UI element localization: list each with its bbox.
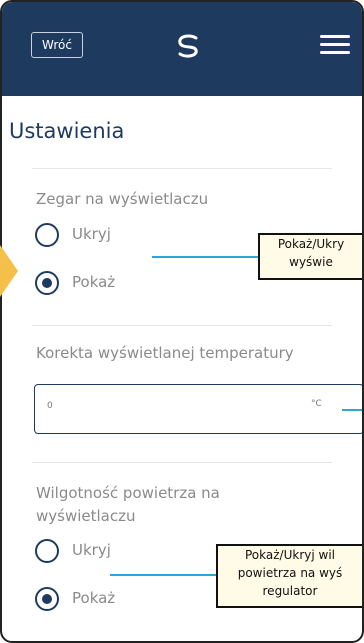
callout-text: powietrza na wyś	[237, 566, 343, 580]
callout-connector	[152, 256, 258, 258]
callout-text: Pokaż/Ukryj wil	[245, 548, 335, 562]
radio-unchecked-icon[interactable]	[35, 539, 59, 563]
phone-frame: Wróć Ustawienia Zegar na wyświetlaczu Uk…	[0, 0, 364, 643]
highlight-marker	[0, 245, 18, 297]
radio-label: Pokaż	[72, 273, 116, 291]
callout-text: Pokaż/Ukry	[277, 237, 345, 251]
callout-connector	[110, 574, 216, 576]
callout-humidity: Pokaż/Ukryj wil powietrza na wyś regulat…	[216, 544, 362, 608]
humidity-section-label-cont: wyświetlaczu	[36, 507, 136, 525]
callout-text: regulator	[262, 584, 318, 598]
swirl-logo-icon[interactable]	[172, 32, 204, 60]
radio-checked-icon[interactable]	[35, 271, 59, 295]
settings-content: Ustawienia Zegar na wyświetlaczu Ukryj P…	[2, 96, 362, 641]
radio-checked-icon[interactable]	[35, 587, 59, 611]
temp-unit: °C	[311, 399, 322, 409]
temp-section-label: Korekta wyświetlanej temperatury	[36, 344, 294, 362]
temp-value: 0	[47, 401, 53, 411]
top-bar: Wróć	[2, 2, 362, 96]
divider	[32, 462, 332, 463]
back-button[interactable]: Wróć	[31, 32, 83, 58]
callout-text: wyświe	[289, 255, 333, 269]
divider	[32, 325, 332, 326]
radio-label: Pokaż	[72, 589, 116, 607]
humidity-section-label: Wilgotność powietrza na	[36, 484, 220, 502]
radio-unchecked-icon[interactable]	[35, 223, 59, 247]
page-title: Ustawienia	[9, 119, 125, 143]
clock-section-label: Zegar na wyświetlaczu	[36, 190, 209, 208]
radio-label: Ukryj	[72, 225, 111, 243]
temp-correction-input[interactable]: 0 °C	[34, 384, 362, 434]
radio-label: Ukryj	[72, 541, 111, 559]
hamburger-icon[interactable]	[320, 35, 350, 55]
divider	[32, 168, 332, 169]
callout-clock: Pokaż/Ukry wyświe	[258, 233, 362, 280]
callout-connector	[342, 409, 362, 411]
